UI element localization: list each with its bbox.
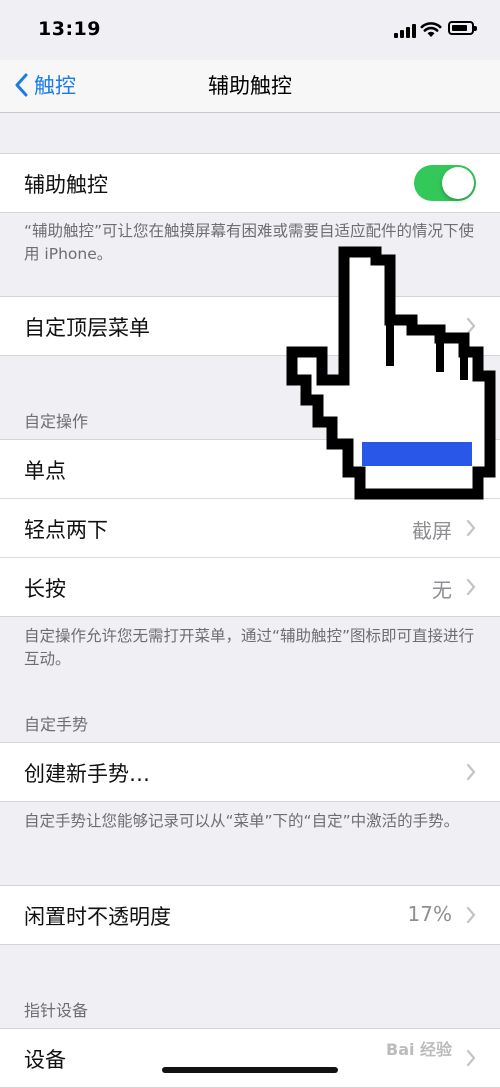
page-title: 辅助触控 — [208, 74, 292, 98]
idle-opacity-label: 闲置时不透明度 — [24, 905, 171, 929]
navigation-bar: 触控 辅助触控 — [0, 60, 500, 113]
customize-top-menu-label: 自定顶层菜单 — [24, 316, 150, 340]
long-press-label: 长按 — [24, 577, 66, 601]
assistive-touch-row: 辅助触控 — [0, 154, 500, 212]
double-tap-label: 轻点两下 — [24, 518, 108, 542]
assistive-touch-group: 辅助触控 — [0, 153, 500, 213]
devices-label: 设备 — [24, 1048, 66, 1072]
double-tap-value: 截屏 — [412, 519, 452, 543]
status-bar: 13:19 — [0, 0, 500, 60]
battery-icon — [448, 21, 477, 35]
chevron-right-icon — [466, 578, 476, 596]
home-indicator[interactable] — [162, 1067, 338, 1073]
chevron-right-icon — [466, 763, 476, 781]
cellular-signal-icon — [394, 24, 416, 38]
single-tap-label: 单点 — [24, 459, 66, 483]
wifi-icon — [420, 22, 442, 37]
custom-actions-header: 自定操作 — [24, 412, 89, 431]
idle-opacity-value: 17% — [407, 902, 452, 926]
long-press-value: 无 — [432, 578, 452, 602]
pointer-devices-header: 指针设备 — [24, 1001, 89, 1020]
chevron-right-icon — [466, 519, 476, 537]
idle-opacity-group: 闲置时不透明度 17% — [0, 885, 500, 945]
create-gesture-label: 创建新手势… — [24, 762, 150, 786]
watermark-logo: Bai 经验 — [386, 1040, 453, 1059]
chevron-right-icon — [466, 1049, 476, 1067]
custom-gestures-caption: 自定手势让您能够记录可以从“菜单”下的“自定”中激活的手势。 — [24, 812, 460, 830]
chevron-right-icon — [466, 906, 476, 924]
assistive-touch-label: 辅助触控 — [24, 173, 108, 197]
assistive-touch-toggle[interactable] — [414, 165, 476, 201]
status-time: 13:19 — [38, 18, 101, 40]
custom-actions-caption: 自定操作允许您无需打开菜单，通过“辅助触控”图标即可直接进行互动。 — [24, 627, 475, 668]
custom-gestures-group: 创建新手势… — [0, 742, 500, 802]
idle-opacity-row[interactable]: 闲置时不透明度 17% — [0, 886, 500, 944]
create-gesture-row[interactable]: 创建新手势… — [0, 743, 500, 801]
long-press-row[interactable]: 长按 无 — [0, 557, 500, 616]
hand-pointer-icon — [286, 246, 496, 500]
custom-gestures-header: 自定手势 — [24, 715, 89, 734]
